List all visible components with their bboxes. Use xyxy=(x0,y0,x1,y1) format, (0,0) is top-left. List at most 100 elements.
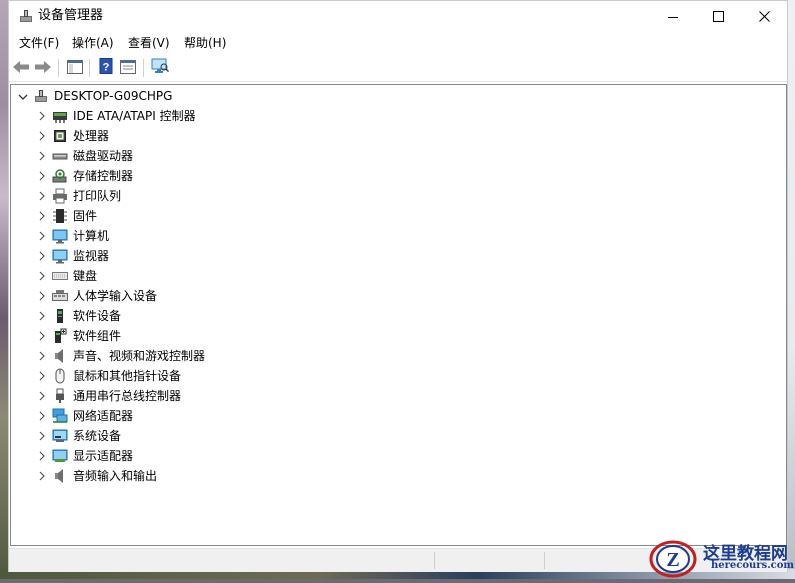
tree-item-label: 键盘 xyxy=(73,269,98,283)
chevron-right-icon[interactable] xyxy=(37,411,47,421)
tree-item[interactable]: IDE ATA/ATAPI 控制器 xyxy=(11,106,786,126)
help-book-icon: ? xyxy=(98,58,114,78)
tree-item[interactable]: 系统设备 xyxy=(11,426,786,446)
chevron-right-icon[interactable] xyxy=(37,391,47,401)
tree-item-label: 网络适配器 xyxy=(73,409,134,423)
menu-file[interactable]: 文件(F) xyxy=(19,35,59,51)
window-title: 设备管理器 xyxy=(38,8,104,23)
forward-button[interactable] xyxy=(33,58,53,78)
chevron-right-icon[interactable] xyxy=(37,471,47,481)
tree-item[interactable]: 软件组件 xyxy=(11,326,786,346)
software-device-icon xyxy=(52,308,68,324)
properties-button[interactable] xyxy=(118,58,138,78)
svg-text:Z: Z xyxy=(666,549,679,571)
toolbar-separator xyxy=(143,59,144,77)
tree-item[interactable]: 计算机 xyxy=(11,226,786,246)
device-manager-window: 设备管理器 文件(F) 操作(A) 查看(V) 帮助(H) ? DESKTOP-… xyxy=(8,0,788,572)
tree-item[interactable]: 显示适配器 xyxy=(11,446,786,466)
chevron-right-icon[interactable] xyxy=(37,251,47,261)
tree-item-label: 系统设备 xyxy=(73,429,122,443)
chevron-right-icon[interactable] xyxy=(37,331,47,341)
show-hide-console-tree-button[interactable] xyxy=(65,58,85,78)
device-tree[interactable]: DESKTOP-G09CHPG IDE ATA/ATAPI 控制器 处理器磁盘驱动… xyxy=(10,84,787,546)
keyboard-icon xyxy=(52,268,68,284)
svg-text:?: ? xyxy=(103,62,110,74)
minimize-button[interactable] xyxy=(650,1,695,32)
maximize-button[interactable] xyxy=(696,1,741,32)
tree-item[interactable]: 软件设备 xyxy=(11,306,786,326)
chevron-right-icon[interactable] xyxy=(37,171,47,181)
ide-controller-icon xyxy=(52,108,68,124)
tree-item[interactable]: 存储控制器 xyxy=(11,166,786,186)
tree-item[interactable]: 键盘 xyxy=(11,266,786,286)
tree-item[interactable]: 打印队列 xyxy=(11,186,786,206)
tree-item[interactable]: 声音、视频和游戏控制器 xyxy=(11,346,786,366)
chevron-right-icon[interactable] xyxy=(37,371,47,381)
menu-action[interactable]: 操作(A) xyxy=(72,35,114,51)
tree-item-label: 通用串行总线控制器 xyxy=(73,389,182,403)
watermark-url: herecours.com xyxy=(711,560,795,571)
chevron-right-icon[interactable] xyxy=(37,431,47,441)
tree-item[interactable]: 音频输入和输出 xyxy=(11,466,786,486)
title-bar[interactable]: 设备管理器 xyxy=(9,1,787,32)
tree-item[interactable]: 网络适配器 xyxy=(11,406,786,426)
tree-item-label: 磁盘驱动器 xyxy=(73,149,134,163)
watermark-emblem-icon: Z xyxy=(649,539,697,578)
chevron-right-icon[interactable] xyxy=(37,151,47,161)
help-button[interactable]: ? xyxy=(96,58,116,78)
chevron-right-icon[interactable] xyxy=(37,231,47,241)
storage-controller-icon xyxy=(52,168,68,184)
tree-item-label: 固件 xyxy=(73,209,98,223)
usb-icon xyxy=(52,388,68,404)
status-bar-separator xyxy=(544,552,545,569)
tree-item-label: 软件组件 xyxy=(73,329,122,343)
tree-item[interactable]: 固件 xyxy=(11,206,786,226)
computer-name-label: DESKTOP-G09CHPG xyxy=(54,89,173,103)
tree-item-label: 人体学输入设备 xyxy=(73,289,158,303)
tree-item[interactable]: 磁盘驱动器 xyxy=(11,146,786,166)
console-tree-icon xyxy=(67,59,83,78)
system-device-icon xyxy=(52,428,68,444)
chevron-right-icon[interactable] xyxy=(37,271,47,281)
tree-item[interactable]: 人体学输入设备 xyxy=(11,286,786,306)
tree-item-label: 音频输入和输出 xyxy=(73,469,158,483)
toolbar-separator xyxy=(58,59,59,77)
chevron-down-icon[interactable] xyxy=(18,92,28,102)
chevron-right-icon[interactable] xyxy=(37,451,47,461)
scan-hardware-button[interactable] xyxy=(150,58,170,78)
chevron-right-icon[interactable] xyxy=(37,351,47,361)
device-manager-icon xyxy=(18,8,34,24)
chevron-right-icon[interactable] xyxy=(37,211,47,221)
processor-icon xyxy=(52,128,68,144)
close-button[interactable] xyxy=(742,1,787,32)
properties-window-icon xyxy=(120,59,136,78)
chevron-right-icon[interactable] xyxy=(37,191,47,201)
computer-icon xyxy=(52,228,68,244)
tree-item-label: 存储控制器 xyxy=(73,169,134,183)
tree-item[interactable]: 处理器 xyxy=(11,126,786,146)
desktop-computer-icon xyxy=(33,88,49,104)
tree-item-label: 计算机 xyxy=(73,229,110,243)
chevron-right-icon[interactable] xyxy=(37,311,47,321)
monitor-icon xyxy=(52,248,68,264)
firmware-icon xyxy=(52,208,68,224)
mouse-icon xyxy=(52,368,68,384)
chevron-right-icon[interactable] xyxy=(37,111,47,121)
tree-item[interactable]: 鼠标和其他指针设备 xyxy=(11,366,786,386)
tree-root-node[interactable]: DESKTOP-G09CHPG xyxy=(11,86,786,106)
tree-item[interactable]: 通用串行总线控制器 xyxy=(11,386,786,406)
forward-arrow-icon xyxy=(34,59,52,78)
menu-view[interactable]: 查看(V) xyxy=(128,35,170,51)
back-button[interactable] xyxy=(11,58,31,78)
tree-item-label: 软件设备 xyxy=(73,309,122,323)
back-arrow-icon xyxy=(12,59,30,78)
audio-io-icon xyxy=(52,468,68,484)
tree-item-label: 监视器 xyxy=(73,249,110,263)
chevron-right-icon[interactable] xyxy=(37,131,47,141)
menu-bar: 文件(F) 操作(A) 查看(V) 帮助(H) xyxy=(9,33,787,53)
tree-item[interactable]: 监视器 xyxy=(11,246,786,266)
chevron-right-icon[interactable] xyxy=(37,291,47,301)
menu-help[interactable]: 帮助(H) xyxy=(184,35,226,51)
disk-drive-icon xyxy=(52,148,68,164)
scan-monitor-icon xyxy=(151,58,170,78)
